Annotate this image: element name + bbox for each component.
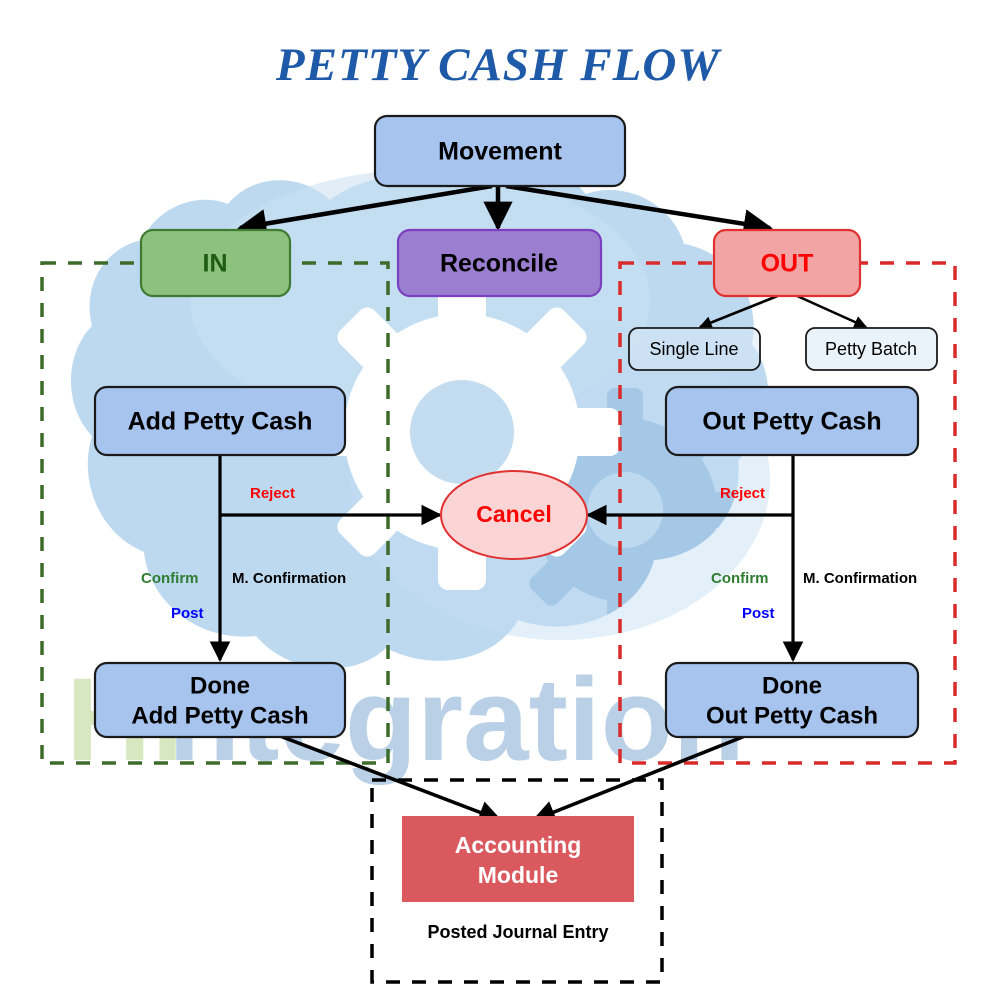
node-accounting-module[interactable]: Accounting Module (402, 816, 634, 902)
posted-journal-entry-label: Posted Journal Entry (427, 922, 608, 942)
node-single-line[interactable]: Single Line (628, 327, 761, 371)
node-out-label: OUT (761, 250, 814, 278)
node-out-petty-cash-label: Out Petty Cash (702, 408, 881, 436)
node-out-petty-cash[interactable]: Out Petty Cash (664, 385, 920, 457)
edge-label-confirm-right: Confirm (711, 570, 769, 587)
node-cancel[interactable]: Cancel (440, 470, 588, 560)
diagram-canvas: Hi ntegration (0, 0, 987, 1002)
node-done-out-line1: Done (762, 672, 822, 699)
edge-label-reject-right: Reject (720, 485, 765, 502)
edge-label-mconfirmation-right: M. Confirmation (803, 570, 917, 587)
node-movement[interactable]: Movement (373, 114, 627, 188)
node-add-petty-cash[interactable]: Add Petty Cash (93, 385, 347, 457)
node-accounting-module-line2: Module (478, 862, 559, 888)
edge-label-mconfirmation-left: M. Confirmation (232, 570, 346, 587)
node-in-label: IN (203, 250, 228, 278)
node-done-add-line2: Add Petty Cash (131, 702, 308, 729)
node-in[interactable]: IN (139, 228, 292, 298)
edge-label-post-right: Post (742, 605, 775, 622)
node-accounting-module-shape[interactable] (402, 816, 634, 902)
edge-label-reject-left: Reject (250, 485, 295, 502)
node-out[interactable]: OUT (712, 228, 862, 298)
node-done-add-petty-cash[interactable]: Done Add Petty Cash (93, 661, 347, 739)
node-accounting-module-line1: Accounting (455, 832, 582, 858)
node-done-add-line1: Done (190, 672, 250, 699)
edge-label-post-left: Post (171, 605, 204, 622)
node-reconcile-label: Reconcile (440, 250, 558, 278)
node-single-line-label: Single Line (649, 339, 738, 359)
node-done-out-line2: Out Petty Cash (706, 702, 878, 729)
node-add-petty-cash-label: Add Petty Cash (128, 408, 313, 436)
node-reconcile[interactable]: Reconcile (396, 228, 603, 298)
node-cancel-label: Cancel (476, 501, 551, 527)
node-petty-batch[interactable]: Petty Batch (805, 327, 938, 371)
node-done-out-petty-cash[interactable]: Done Out Petty Cash (664, 661, 920, 739)
page-title: PETTY CASH FLOW (275, 39, 722, 91)
edge-label-confirm-left: Confirm (141, 570, 199, 587)
nodes-layer: PETTY CASH FLOW Movement IN Reconcile OU… (93, 39, 938, 942)
node-movement-label: Movement (438, 138, 562, 166)
node-petty-batch-label: Petty Batch (825, 339, 917, 359)
